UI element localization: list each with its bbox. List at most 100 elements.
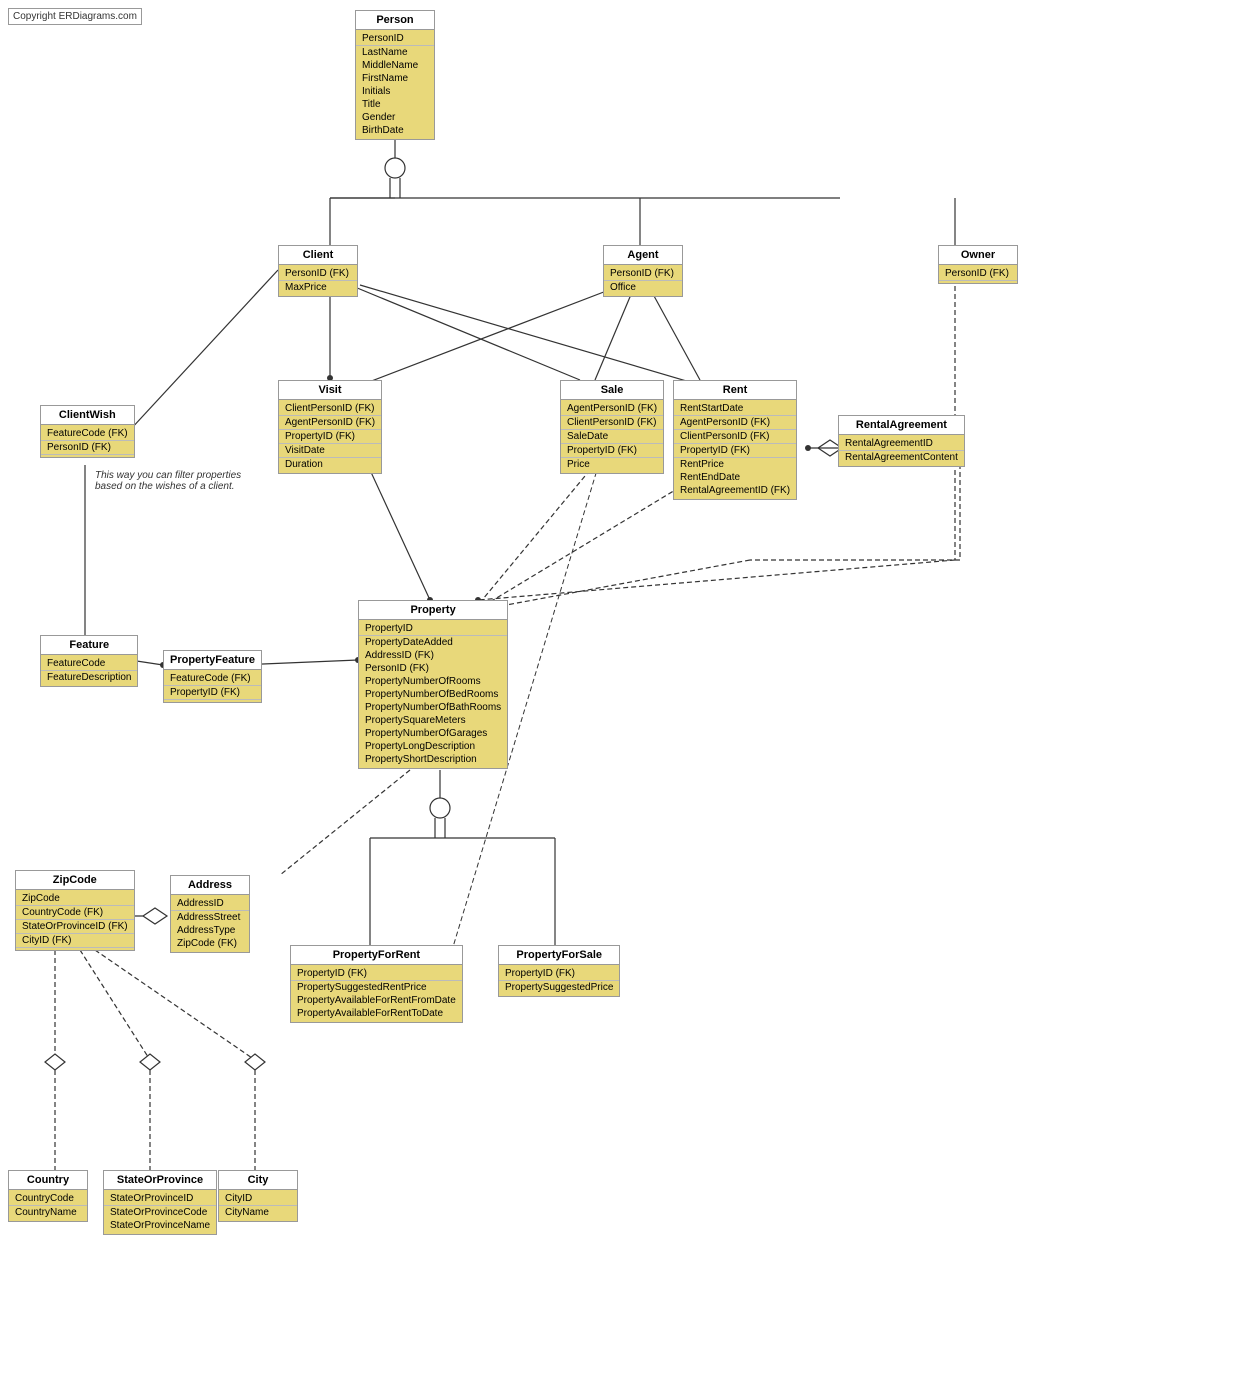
note-0: This way you can filter properties based… bbox=[95, 470, 241, 492]
field: ClientPersonID (FK) bbox=[561, 416, 663, 430]
entity-title-rent: Rent bbox=[674, 381, 796, 400]
field: PropertyNumberOfRooms bbox=[359, 675, 507, 688]
entity-title-address: Address bbox=[171, 876, 249, 895]
field: CityID (FK) bbox=[16, 934, 134, 948]
field: PropertyNumberOfBathRooms bbox=[359, 701, 507, 714]
field: Gender bbox=[356, 111, 434, 124]
diagram-container: Copyright ERDiagrams.com bbox=[0, 0, 1060, 1387]
field: PropertySuggestedRentPrice bbox=[291, 981, 462, 994]
entity-agent: AgentPersonID (FK)Office bbox=[603, 245, 683, 297]
field: AgentPersonID (FK) bbox=[279, 416, 381, 430]
field: PropertyAvailableForRentFromDate bbox=[291, 994, 462, 1007]
field: PersonID (FK) bbox=[939, 267, 1017, 281]
field: PersonID (FK) bbox=[41, 441, 134, 455]
entity-fields-visit: ClientPersonID (FK)AgentPersonID (FK)Pro… bbox=[279, 400, 381, 473]
field: CityName bbox=[219, 1206, 297, 1219]
entity-propertyforsale: PropertyForSalePropertyID (FK)PropertySu… bbox=[498, 945, 620, 997]
field: PropertySquareMeters bbox=[359, 714, 507, 727]
copyright-label: Copyright ERDiagrams.com bbox=[8, 8, 142, 25]
entity-country: Country CountryCodeCountryName bbox=[8, 1170, 88, 1222]
field: AddressStreet bbox=[171, 911, 249, 924]
entity-propertyforrent: PropertyForRent PropertyID (FK)PropertySu… bbox=[290, 945, 463, 1023]
field: PropertyID (FK) bbox=[164, 686, 261, 700]
entity-title-stateorprovince: StateOrProvince bbox=[104, 1171, 216, 1190]
field: AddressType bbox=[171, 924, 249, 937]
entity-title-propertyfeature: PropertyFeature bbox=[164, 651, 261, 670]
entity-fields-propertyfeature: FeatureCode (FK)PropertyID (FK) bbox=[164, 670, 261, 702]
field: PersonID (FK) bbox=[604, 267, 682, 281]
field: PersonID (FK) bbox=[279, 267, 357, 281]
entity-title-person: Person bbox=[356, 11, 434, 30]
field: BirthDate bbox=[356, 124, 434, 137]
entity-fields-stateorprovince: StateOrProvinceIDStateOrProvinceCodeStat… bbox=[104, 1190, 216, 1234]
field: AddressID bbox=[171, 897, 249, 911]
field: PropertyShortDescription bbox=[359, 753, 507, 766]
field: PropertyLongDescription bbox=[359, 740, 507, 753]
entity-feature: Feature FeatureCodeFeatureDescription bbox=[40, 635, 138, 687]
field: CityID bbox=[219, 1192, 297, 1206]
entity-fields-client: PersonID (FK)MaxPrice bbox=[279, 265, 357, 296]
entity-rentalagreement: RentalAgreement RentalAgreementIDRentalAg… bbox=[838, 415, 965, 467]
field: RentalAgreementID (FK) bbox=[674, 484, 796, 497]
entity-title-city: City bbox=[219, 1171, 297, 1190]
entity-fields-agent: PersonID (FK)Office bbox=[604, 265, 682, 296]
field: PropertyDateAdded bbox=[359, 636, 507, 649]
entity-owner: Owner PersonID (FK) bbox=[938, 245, 1018, 284]
field: AgentPersonID (FK) bbox=[561, 402, 663, 416]
entity-title-feature: Feature bbox=[41, 636, 137, 655]
field: MiddleName bbox=[356, 59, 434, 72]
entity-clientwish: ClientWishFeatureCode (FK)PersonID (FK) bbox=[40, 405, 135, 458]
entity-sale: SaleAgentPersonID (FK)ClientPersonID (FK… bbox=[560, 380, 664, 474]
entity-title-zipcode: ZipCode bbox=[16, 871, 134, 890]
entity-title-rentalagreement: RentalAgreement bbox=[839, 416, 964, 435]
field: RentEndDate bbox=[674, 471, 796, 484]
entity-title-propertyforsale: PropertyForSale bbox=[499, 946, 619, 965]
entity-person: PersonPersonIDLastNameMiddleNameFirstNam… bbox=[355, 10, 435, 140]
entity-fields-address: AddressIDAddressStreetAddressTypeZipCode… bbox=[171, 895, 249, 952]
entity-fields-owner: PersonID (FK) bbox=[939, 265, 1017, 283]
entity-fields-city: CityIDCityName bbox=[219, 1190, 297, 1221]
field: PersonID bbox=[356, 32, 434, 46]
field: PropertyAvailableForRentToDate bbox=[291, 1007, 462, 1020]
entity-fields-sale: AgentPersonID (FK)ClientPersonID (FK)Sal… bbox=[561, 400, 663, 473]
field: MaxPrice bbox=[279, 281, 357, 294]
field: RentStartDate bbox=[674, 402, 796, 416]
field: RentalAgreementID bbox=[839, 437, 964, 451]
entity-stateorprovince: StateOrProvinceStateOrProvinceIDStateOrP… bbox=[103, 1170, 217, 1235]
entity-title-property: Property bbox=[359, 601, 507, 620]
field: Title bbox=[356, 98, 434, 111]
field: StateOrProvinceName bbox=[104, 1219, 216, 1232]
field: FeatureDescription bbox=[41, 671, 137, 684]
field: CountryCode (FK) bbox=[16, 906, 134, 920]
field: FeatureCode bbox=[41, 657, 137, 671]
field: PropertyID (FK) bbox=[291, 967, 462, 981]
entity-client: ClientPersonID (FK)MaxPrice bbox=[278, 245, 358, 297]
field: Price bbox=[561, 458, 663, 471]
field: PropertyID (FK) bbox=[561, 444, 663, 458]
field: VisitDate bbox=[279, 444, 381, 458]
field: PropertyID bbox=[359, 622, 507, 636]
entity-address: AddressAddressIDAddressStreetAddressType… bbox=[170, 875, 250, 953]
field: CountryName bbox=[9, 1206, 87, 1219]
entity-title-country: Country bbox=[9, 1171, 87, 1190]
entity-title-propertyforrent: PropertyForRent bbox=[291, 946, 462, 965]
entity-title-owner: Owner bbox=[939, 246, 1017, 265]
field: FeatureCode (FK) bbox=[164, 672, 261, 686]
field: StateOrProvinceCode bbox=[104, 1206, 216, 1219]
entity-propertyfeature: PropertyFeatureFeatureCode (FK)PropertyI… bbox=[163, 650, 262, 703]
field: FeatureCode (FK) bbox=[41, 427, 134, 441]
entity-fields-zipcode: ZipCodeCountryCode (FK)StateOrProvinceID… bbox=[16, 890, 134, 950]
field: PropertySuggestedPrice bbox=[499, 981, 619, 994]
entity-title-client: Client bbox=[279, 246, 357, 265]
field: RentPrice bbox=[674, 458, 796, 471]
entity-property: PropertyPropertyIDPropertyDateAddedAddre… bbox=[358, 600, 508, 769]
field: RentalAgreementContent bbox=[839, 451, 964, 464]
field: Duration bbox=[279, 458, 381, 471]
entity-fields-clientwish: FeatureCode (FK)PersonID (FK) bbox=[41, 425, 134, 457]
field: PropertyNumberOfGarages bbox=[359, 727, 507, 740]
entity-title-visit: Visit bbox=[279, 381, 381, 400]
field: CountryCode bbox=[9, 1192, 87, 1206]
entity-fields-property: PropertyIDPropertyDateAddedAddressID (FK… bbox=[359, 620, 507, 768]
entity-fields-rent: RentStartDateAgentPersonID (FK)ClientPer… bbox=[674, 400, 796, 499]
field: AgentPersonID (FK) bbox=[674, 416, 796, 430]
